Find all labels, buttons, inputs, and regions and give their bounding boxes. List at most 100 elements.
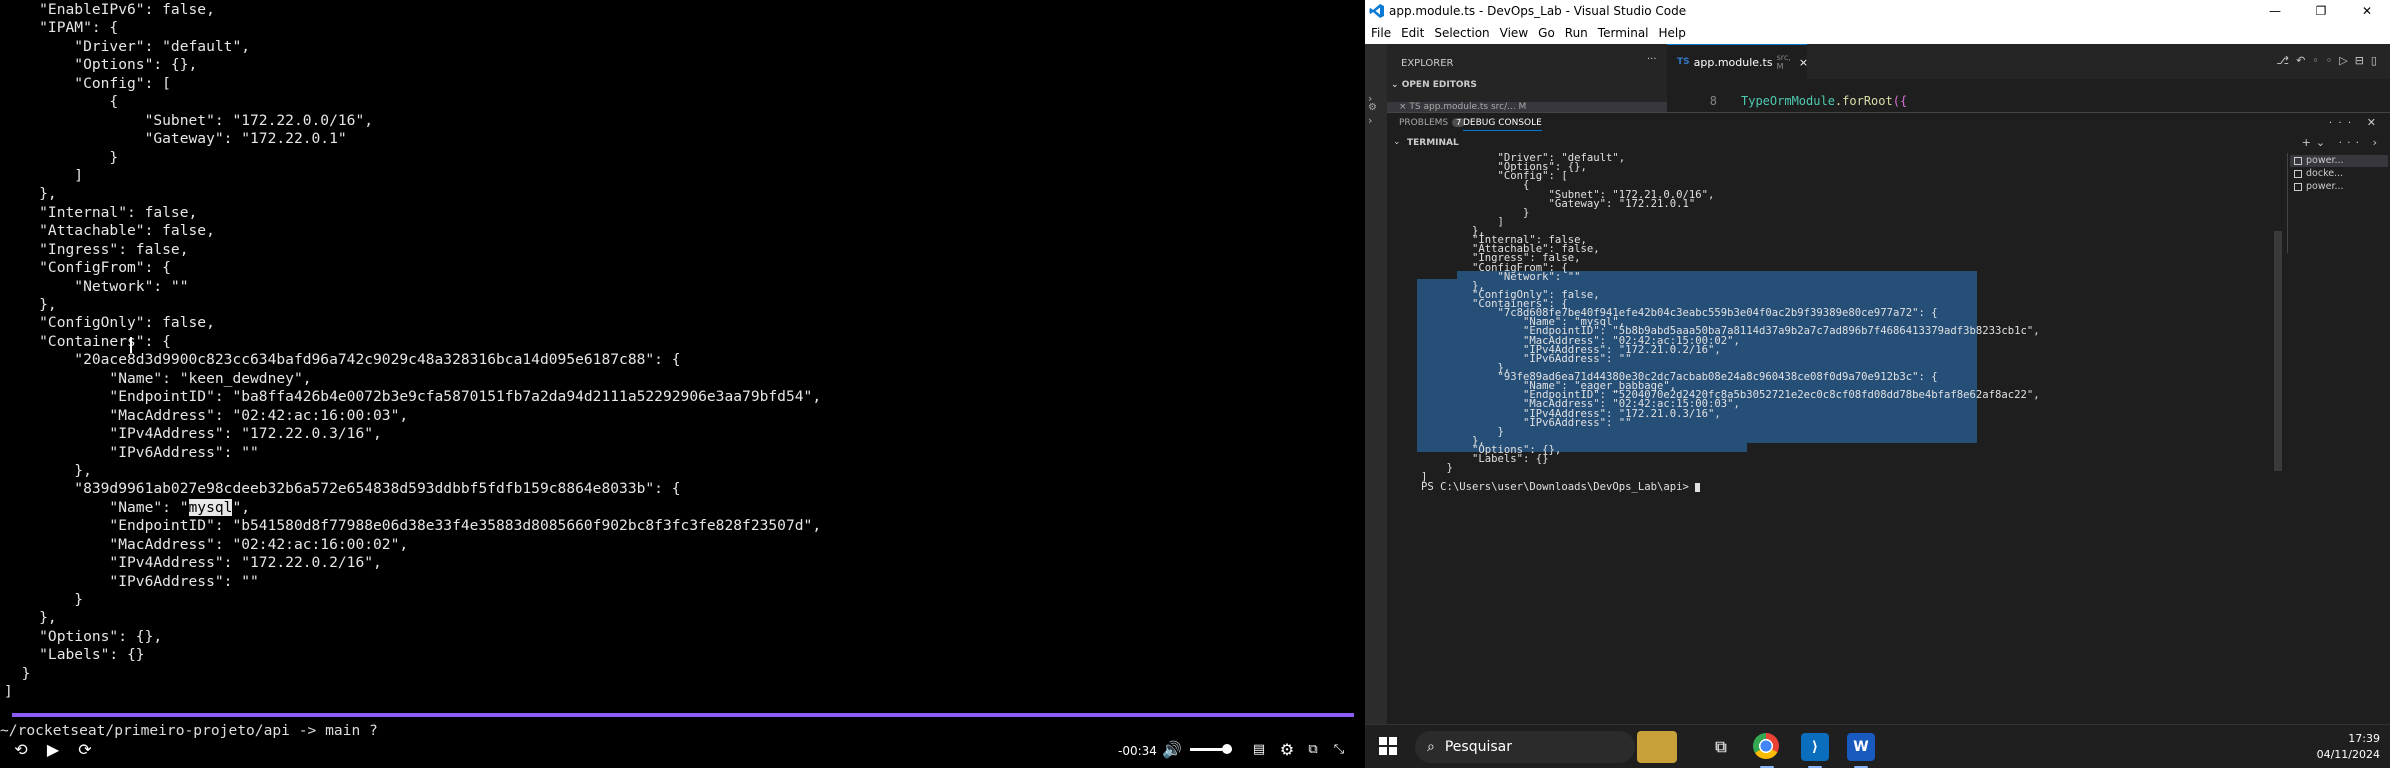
volume-knob[interactable]	[1222, 744, 1232, 754]
window-title: app.module.ts - DevOps_Lab - Visual Stud…	[1389, 4, 1687, 18]
chrome-icon[interactable]	[1753, 733, 1779, 759]
menu-selection[interactable]: Selection	[1434, 26, 1489, 40]
volume-fill	[1190, 748, 1222, 751]
terminal-line: }	[1421, 206, 1530, 219]
menu-terminal[interactable]: Terminal	[1598, 26, 1649, 40]
terminal-line: "Driver": "default",	[4, 37, 251, 55]
menu-run[interactable]: Run	[1565, 26, 1588, 40]
bottom-panel: PROBLEMS 7 DEBUG CONSOLE ··· ✕ ⌄ TERMINAL…	[1387, 112, 2390, 724]
panel-tabs: PROBLEMS 7 DEBUG CONSOLE ··· ✕	[1387, 113, 2390, 133]
terminal-line: "Name": "keen_dewdney",	[4, 369, 312, 387]
tab-debug-console[interactable]: DEBUG CONSOLE	[1463, 118, 1542, 131]
video-controls: ⟲ ▶ ⟳ -00:34 🔊 ▤ ⚙ ⧉ ⤡	[0, 730, 1365, 768]
panel-actions[interactable]: ··· ✕	[2329, 116, 2382, 129]
windows-start-icon[interactable]	[1379, 737, 1397, 755]
terminal-line: "Internal": false,	[4, 203, 198, 221]
terminal-line: "EndpointID": "ba8ffa426b4e0072b3e9cfa58…	[4, 388, 822, 406]
terminal-line: },	[4, 185, 57, 203]
more-actions-icon[interactable]: ···	[1647, 54, 1657, 65]
exit-fullscreen-icon[interactable]: ⤡	[1328, 735, 1350, 763]
collapse-icon[interactable]: ⌄	[1393, 137, 1401, 147]
terminal-line: },	[4, 461, 92, 479]
vscode-taskbar-icon[interactable]: ⟩	[1801, 733, 1829, 761]
minimize-button[interactable]: —	[2252, 0, 2298, 22]
word-icon[interactable]: W	[1847, 733, 1875, 761]
menu-file[interactable]: File	[1371, 26, 1391, 40]
terminal-line: },	[4, 609, 57, 627]
explorer-panel: EXPLORER ··· ⌄ OPEN EDITORS × TS app.mod…	[1387, 44, 1667, 112]
tab-app-module[interactable]: TS app.module.ts src, M ×	[1667, 44, 1808, 79]
terminal-line: "IPAM": {	[4, 19, 119, 37]
video-player[interactable]: "EnableIPv6": false, "IPAM": { "Driver":…	[0, 0, 1365, 768]
terminal-line: "Ingress": false,	[4, 240, 189, 258]
terminal-line: "ConfigFrom": {	[4, 259, 171, 277]
terminal-line: "Config": [	[4, 74, 171, 92]
open-editors-header[interactable]: ⌄ OPEN EDITORS	[1391, 80, 1477, 90]
terminal-header: ⌄ TERMINAL +⌄ ··· ›	[1387, 135, 2390, 151]
settings-gear-icon[interactable]: ⚙	[1276, 735, 1298, 763]
close-window-button[interactable]: ✕	[2344, 0, 2390, 22]
popout-icon[interactable]: ⧉	[1302, 735, 1324, 763]
forward-10-icon[interactable]: ⟳	[72, 735, 98, 763]
terminal-line: "Gateway": "172.22.0.1"	[4, 130, 347, 148]
terminal-icon	[2294, 183, 2302, 191]
terminal-line: "Network": ""	[4, 277, 189, 295]
debug-icon[interactable]: ⚙	[1368, 102, 1377, 113]
menu-view[interactable]: View	[1500, 26, 1528, 40]
activity-bar: › › ⚙	[1365, 44, 1387, 724]
terminal-list-label: power...	[2306, 155, 2344, 166]
task-view-icon[interactable]: ⧉	[1707, 733, 1735, 761]
vscode-logo-icon	[1369, 4, 1384, 18]
vscode-window: app.module.ts - DevOps_Lab - Visual Stud…	[1365, 0, 2390, 724]
terminal-list-item[interactable]: power...	[2290, 181, 2388, 193]
taskbar-search[interactable]: ⌕ Pesquisar	[1415, 731, 1635, 763]
terminal-line: "Labels": {}	[1421, 453, 1549, 466]
terminal-list: power... docke... power...	[2287, 153, 2390, 253]
terminal-line: "Attachable": false,	[4, 222, 215, 240]
system-clock[interactable]: 17:39 04/11/2024	[2317, 731, 2380, 763]
open-editors-label: OPEN EDITORS	[1401, 80, 1477, 90]
terminal-scrollbar[interactable]	[2274, 231, 2282, 471]
code-class: TypeOrmModule	[1741, 94, 1835, 108]
restore-button[interactable]: ❐	[2298, 0, 2344, 22]
terminal-line: "Subnet": "172.22.0.0/16",	[4, 111, 374, 129]
terminal-list-item[interactable]: power...	[2290, 155, 2388, 167]
play-button[interactable]: ▶	[40, 735, 66, 763]
terminal-line: "20ace8d3d9900c823cc634bafd96a742c9029c4…	[4, 351, 681, 369]
terminal-line: "EndpointID": "b541580d8f77988e06d38e33f…	[4, 517, 822, 535]
terminal-list-item[interactable]: docke...	[2290, 168, 2388, 180]
menu-help[interactable]: Help	[1659, 26, 1686, 40]
terminal-line: "Labels": {}	[4, 646, 145, 664]
terminal-body[interactable]: "Driver": "default", "Options": {}, "Con…	[1417, 153, 2267, 724]
title-bar: app.module.ts - DevOps_Lab - Visual Stud…	[1365, 0, 2390, 22]
terminal-line: "MacAddress": "02:42:ac:16:00:03",	[4, 406, 409, 424]
terminal-output: "Driver": "default", "Options": {}, "Con…	[1421, 153, 2040, 492]
terminal-line: "IPv6Address": ""	[1421, 352, 1632, 365]
captions-icon[interactable]: ▤	[1248, 735, 1270, 763]
menu-go[interactable]: Go	[1538, 26, 1555, 40]
clock-date: 04/11/2024	[2316, 748, 2380, 761]
menu-edit[interactable]: Edit	[1401, 26, 1424, 40]
volume-icon[interactable]: 🔊	[1160, 735, 1184, 763]
search-highlight-image[interactable]	[1637, 731, 1677, 763]
terminal-line: },	[4, 296, 57, 313]
terminal-line: "ConfigOnly": false,	[4, 314, 215, 332]
terminal-line: "Options": {},	[4, 627, 163, 645]
chevron-icon[interactable]: ›	[1368, 114, 1372, 127]
code-bracket: ({	[1892, 94, 1908, 108]
terminal-cursor	[1695, 482, 1701, 492]
terminal-line: "Name": "mysql",	[4, 498, 251, 516]
terminal-title: TERMINAL	[1407, 138, 1459, 148]
video-progress-bar[interactable]	[12, 713, 1354, 717]
text-cursor	[130, 337, 132, 353]
rewind-10-icon[interactable]: ⟲	[8, 735, 34, 763]
terminal-line: "IPv6Address": ""	[4, 572, 259, 590]
close-tab-icon[interactable]: ×	[1799, 56, 1808, 69]
tab-problems[interactable]: PROBLEMS 7	[1399, 118, 1466, 128]
terminal-actions[interactable]: +⌄ ··· ›	[2302, 136, 2382, 149]
terminal-line: }	[4, 591, 84, 608]
terminal-icon	[2294, 157, 2302, 165]
editor-actions[interactable]: ⎇↶◦◦▷⊟▯	[2276, 54, 2384, 67]
terminal-line: ]	[1421, 215, 1504, 228]
open-editor-item[interactable]: × TS app.module.ts src/... M	[1387, 102, 1667, 112]
